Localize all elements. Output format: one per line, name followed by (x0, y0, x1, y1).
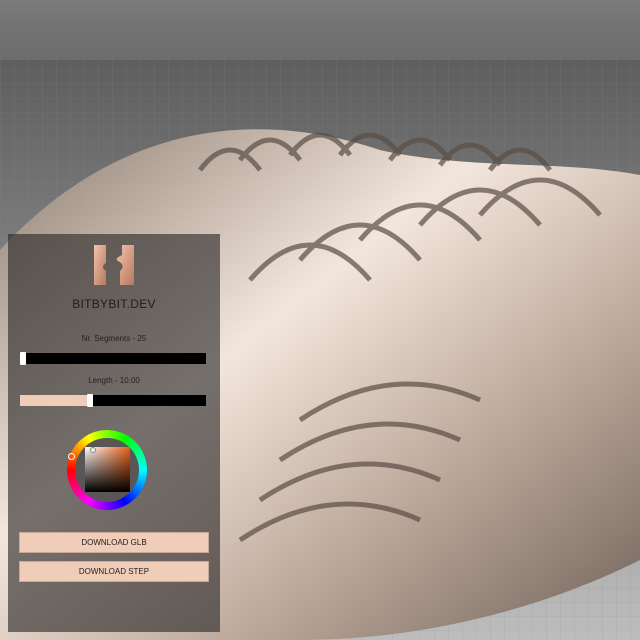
length-label: Length - 10.00 (88, 376, 140, 385)
saturation-value-picker[interactable] (85, 447, 130, 492)
length-slider[interactable] (20, 394, 206, 407)
length-slider-fill (20, 395, 87, 406)
segments-slider[interactable] (20, 352, 206, 365)
download-glb-button[interactable]: DOWNLOAD GLB (19, 532, 209, 553)
brand-title: BITBYBIT.DEV (72, 297, 156, 311)
bitbybit-logo-icon (94, 245, 134, 285)
hue-marker[interactable] (68, 453, 75, 460)
length-slider-thumb[interactable] (86, 394, 93, 407)
segments-slider-thumb[interactable] (20, 352, 26, 365)
segments-label: Nr. Segments - 25 (81, 334, 147, 343)
download-step-button[interactable]: DOWNLOAD STEP (19, 561, 209, 582)
color-marker[interactable] (90, 447, 96, 453)
control-panel: BITBYBIT.DEV Nr. Segments - 25 Length - … (8, 234, 220, 632)
